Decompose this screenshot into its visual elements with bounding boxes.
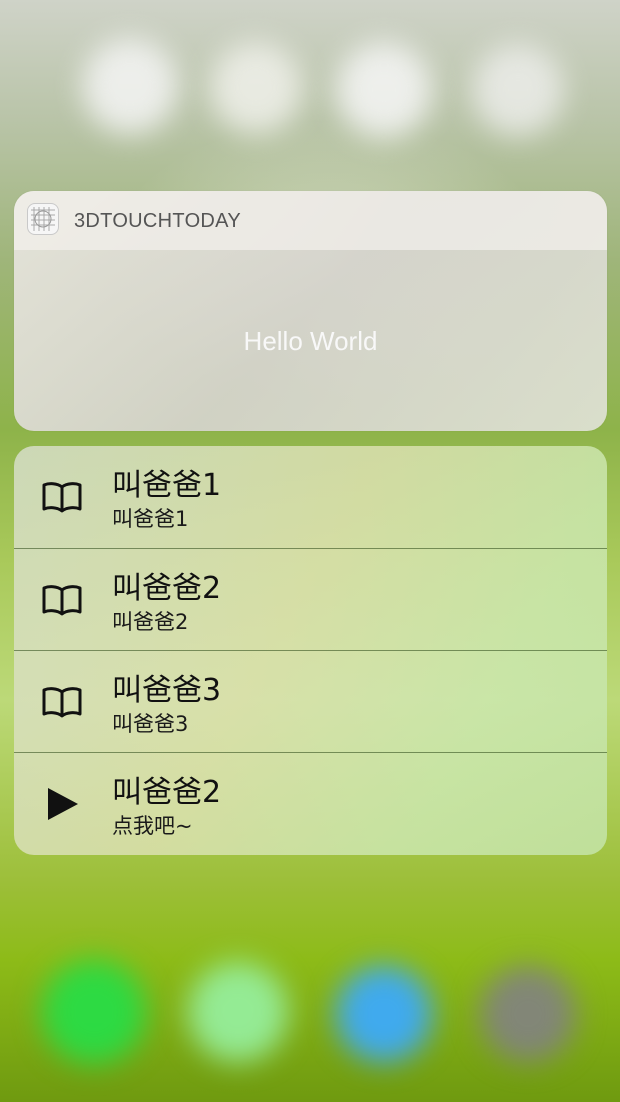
blurred-app-icon [472, 44, 564, 136]
blurred-app-icon [336, 42, 432, 138]
blurred-app-icon [82, 38, 178, 134]
quick-actions-menu: 叫爸爸1 叫爸爸1 叫爸爸2 叫爸爸2 叫爸爸3 叫爸爸3 叫爸爸2 点我吧~ [14, 446, 607, 855]
quick-action-subtitle: 叫爸爸2 [112, 610, 189, 634]
blurred-dock-icon [336, 966, 432, 1062]
quick-action-title: 叫爸爸2 [112, 571, 222, 606]
blurred-dock-icon [480, 966, 576, 1062]
today-widget[interactable]: 3DTOUCHTODAY Hello World [14, 191, 607, 431]
widget-app-name: 3DTOUCHTODAY [74, 210, 241, 232]
widget-content[interactable]: Hello World [14, 250, 607, 431]
quick-action-title: 叫爸爸1 [112, 468, 222, 503]
quick-action-subtitle: 点我吧~ [112, 814, 193, 838]
quick-action-subtitle: 叫爸爸3 [112, 712, 189, 736]
quick-action-item[interactable]: 叫爸爸2 点我吧~ [14, 753, 607, 855]
blurred-dock-icon [188, 962, 288, 1062]
play-icon [48, 788, 78, 820]
quick-action-item[interactable]: 叫爸爸2 叫爸爸2 [14, 549, 607, 651]
quick-action-item[interactable]: 叫爸爸3 叫爸爸3 [14, 651, 607, 753]
widget-content-text: Hello World [243, 326, 378, 356]
quick-action-title: 叫爸爸3 [112, 673, 222, 708]
quick-action-title: 叫爸爸2 [112, 775, 222, 810]
blurred-dock-icon [42, 960, 146, 1064]
grid-app-icon [27, 203, 59, 235]
widget-header: 3DTOUCHTODAY [14, 191, 607, 250]
book-icon [42, 482, 82, 513]
book-icon [42, 687, 82, 718]
home-screen-background: 3DTOUCHTODAY Hello World 叫爸爸1 叫爸爸1 叫爸爸2 … [0, 0, 620, 1102]
book-icon [42, 585, 82, 616]
quick-action-item[interactable]: 叫爸爸1 叫爸爸1 [14, 446, 607, 548]
blurred-app-icon [210, 42, 302, 134]
quick-action-subtitle: 叫爸爸1 [112, 507, 189, 531]
